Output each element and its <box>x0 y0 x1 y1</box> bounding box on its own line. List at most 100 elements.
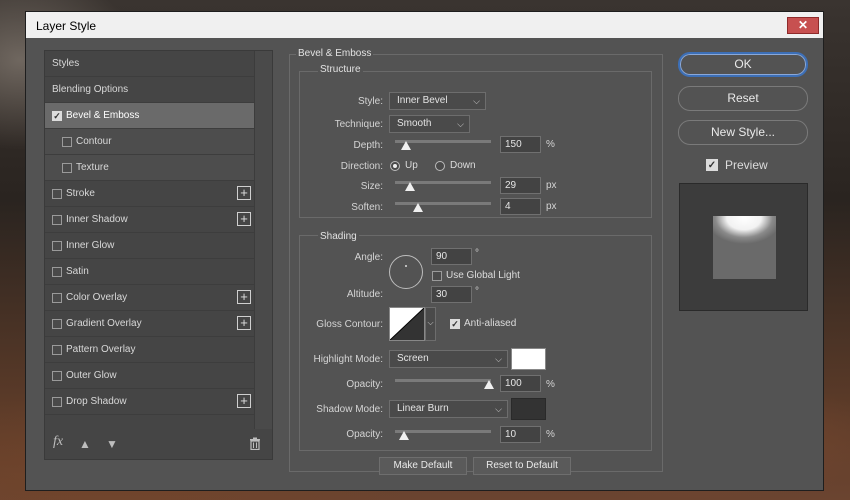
add-style-icon[interactable]: + <box>237 316 251 330</box>
close-button[interactable]: ✕ <box>787 17 819 34</box>
style-list-item[interactable]: Blending Options <box>45 77 255 103</box>
style-checkbox[interactable] <box>52 293 62 303</box>
size-label: Size: <box>360 181 383 192</box>
highlight-color-swatch[interactable] <box>511 348 546 370</box>
style-list-item[interactable]: Stroke + <box>45 181 255 207</box>
add-style-icon[interactable]: + <box>237 290 251 304</box>
style-list-item[interactable]: Styles <box>45 51 255 77</box>
reset-to-default-button[interactable]: Reset to Default <box>473 457 571 475</box>
move-up-icon[interactable]: ▲ <box>79 437 91 451</box>
style-checkbox[interactable] <box>52 215 62 225</box>
fx-icon[interactable]: fx <box>53 434 63 450</box>
angle-dial[interactable] <box>389 255 423 289</box>
styles-list-scrollbar[interactable] <box>254 51 272 429</box>
direction-up-radio[interactable] <box>390 161 400 171</box>
depth-slider-thumb[interactable] <box>401 141 411 150</box>
highlight-opacity-slider[interactable] <box>395 379 491 382</box>
highlight-opacity-input[interactable]: 100 <box>500 375 541 392</box>
ok-button[interactable]: OK <box>678 52 808 77</box>
shading-group <box>299 235 652 451</box>
style-list-item[interactable]: Color Overlay + <box>45 285 255 311</box>
highlight-mode-dropdown[interactable]: Screen ⌵ <box>389 350 508 368</box>
style-list-item-label: Inner Glow <box>66 240 115 251</box>
technique-value: Smooth <box>397 118 432 129</box>
preview-thumbnail <box>679 183 808 311</box>
shading-title: Shading <box>318 231 359 242</box>
reset-button[interactable]: Reset <box>678 86 808 111</box>
style-checkbox[interactable] <box>52 267 62 277</box>
size-input[interactable]: 29 <box>500 177 541 194</box>
style-list-item[interactable]: Gradient Overlay + <box>45 311 255 337</box>
altitude-input[interactable]: 30 <box>431 286 472 303</box>
highlight-opacity-thumb[interactable] <box>484 380 494 389</box>
anti-aliased-label: Anti-aliased <box>464 318 517 329</box>
style-list-item[interactable]: Outer Glow <box>45 363 255 389</box>
shadow-opacity-input[interactable]: 10 <box>500 426 541 443</box>
style-checkbox[interactable] <box>62 137 72 147</box>
style-list-item[interactable]: Satin <box>45 259 255 285</box>
style-checkbox[interactable] <box>52 371 62 381</box>
highlight-mode-value: Screen <box>397 353 429 364</box>
gloss-contour-picker[interactable] <box>389 307 425 341</box>
direction-label: Direction: <box>340 161 383 172</box>
add-style-icon[interactable]: + <box>237 394 251 408</box>
angle-label: Angle: <box>354 252 383 263</box>
style-checkbox[interactable] <box>62 163 72 173</box>
style-label: Style: <box>357 96 383 107</box>
style-checkbox[interactable] <box>52 319 62 329</box>
style-list-item[interactable]: Inner Shadow + <box>45 207 255 233</box>
style-checkbox[interactable]: ✓ <box>52 111 62 121</box>
soften-slider[interactable] <box>395 202 491 205</box>
shadow-opacity-thumb[interactable] <box>399 431 409 440</box>
depth-unit: % <box>546 139 555 150</box>
shadow-mode-dropdown[interactable]: Linear Burn ⌵ <box>389 400 508 418</box>
angle-dial-marker <box>405 265 407 267</box>
style-checkbox[interactable] <box>52 189 62 199</box>
soften-slider-thumb[interactable] <box>413 203 423 212</box>
preview-label: Preview <box>725 158 768 172</box>
angle-unit: ° <box>475 248 479 259</box>
add-style-icon[interactable]: + <box>237 186 251 200</box>
soften-input[interactable]: 4 <box>500 198 541 215</box>
technique-dropdown[interactable]: Smooth ⌵ <box>389 115 470 133</box>
layer-style-dialog: Layer Style ✕ Styles Blending Options ✓ Bev… <box>25 11 824 491</box>
style-list-item-label: Bevel & Emboss <box>66 110 140 121</box>
highlight-mode-label: Highlight Mode: <box>313 354 383 365</box>
style-list-item[interactable]: Texture <box>45 155 255 181</box>
chevron-down-icon: ⌵ <box>495 354 502 364</box>
global-light-label: Use Global Light <box>446 270 520 281</box>
style-checkbox[interactable] <box>52 241 62 251</box>
style-list-item[interactable]: Inner Glow <box>45 233 255 259</box>
anti-aliased-checkbox[interactable]: ✓ <box>450 319 460 329</box>
style-list-item[interactable]: Contour <box>45 129 255 155</box>
move-down-icon[interactable]: ▼ <box>106 437 118 451</box>
gloss-contour-curve-icon <box>390 308 424 340</box>
shadow-color-swatch[interactable] <box>511 398 546 420</box>
altitude-unit: ° <box>475 286 479 297</box>
global-light-checkbox[interactable] <box>432 271 442 281</box>
gloss-contour-dropdown[interactable]: ⌵ <box>425 307 436 341</box>
style-dropdown[interactable]: Inner Bevel ⌵ <box>389 92 486 110</box>
style-list-item[interactable]: Pattern Overlay <box>45 337 255 363</box>
shadow-opacity-slider[interactable] <box>395 430 491 433</box>
angle-input[interactable]: 90 <box>431 248 472 265</box>
style-list-item-label: Styles <box>52 58 80 69</box>
style-list-item[interactable]: Drop Shadow + <box>45 389 255 415</box>
depth-label: Depth: <box>353 140 383 151</box>
add-style-icon[interactable]: + <box>237 212 251 226</box>
direction-down-radio[interactable] <box>435 161 445 171</box>
style-checkbox[interactable] <box>52 345 62 355</box>
chevron-down-icon: ⌵ <box>457 119 464 129</box>
highlight-opacity-unit: % <box>546 379 555 390</box>
new-style-button[interactable]: New Style... <box>678 120 808 145</box>
trash-icon[interactable] <box>249 437 261 453</box>
depth-input[interactable]: 150 <box>500 136 541 153</box>
style-list-item[interactable]: ✓ Bevel & Emboss <box>45 103 255 129</box>
styles-list-footer: fx ▲ ▼ <box>45 429 272 459</box>
preview-checkbox[interactable]: ✓ <box>706 159 718 171</box>
style-list-item-label: Satin <box>66 266 89 277</box>
make-default-button[interactable]: Make Default <box>379 457 467 475</box>
style-list-item-label: Gradient Overlay <box>66 318 142 329</box>
size-slider-thumb[interactable] <box>405 182 415 191</box>
style-checkbox[interactable] <box>52 397 62 407</box>
